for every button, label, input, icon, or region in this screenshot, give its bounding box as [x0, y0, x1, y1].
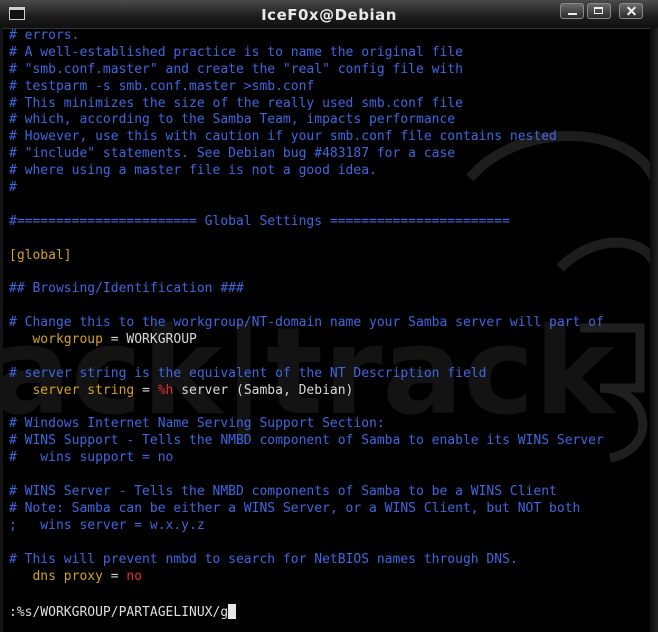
text-segment-section: [global]: [9, 247, 72, 263]
terminal-line: # A well-established practice is to name…: [9, 45, 649, 62]
text-segment-comment: # "include" statements. See Debian bug #…: [9, 146, 456, 162]
text-segment-value: server (Samba, Debian): [173, 382, 354, 398]
text-segment-comment: # wins support = no: [9, 450, 174, 466]
terminal-line: # WINS Server - Tells the NMBD component…: [9, 484, 649, 501]
text-segment-comment: # This will prevent nmbd to search for N…: [9, 551, 518, 567]
terminal-line: ; wins server = w.x.y.z: [9, 518, 649, 535]
terminal-line: # Note: Samba can be either a WINS Serve…: [9, 501, 649, 518]
terminal-line: # However, use this with caution if your…: [9, 129, 649, 146]
text-segment-comment: # server string is the equivalent of the…: [9, 365, 487, 381]
terminal-line: ## Browsing/Identification ###: [9, 281, 649, 298]
text-segment-key: dns proxy: [9, 568, 103, 584]
maximize-button[interactable]: [587, 3, 611, 19]
terminal-line: # This will prevent nmbd to search for N…: [9, 552, 649, 569]
text-segment-value: =: [134, 382, 158, 398]
title-bar[interactable]: IceF0x@Debian: [0, 0, 658, 29]
text-cursor: [228, 604, 237, 619]
text-segment-comment: # A well-established practice is to name…: [9, 44, 463, 60]
terminal-line: dns proxy = no: [9, 569, 649, 586]
text-segment-comment: # Note: Samba can be either a WINS Serve…: [9, 500, 581, 516]
terminal-line: # This minimizes the size of the really …: [9, 96, 649, 113]
text-segment-comment: ## Browsing/Identification ###: [9, 281, 244, 297]
terminal-line: # which, according to the Samba Team, im…: [9, 112, 649, 129]
command-text: :%s/WORKGROUP/PARTAGELINUX/g: [9, 605, 229, 620]
window-border-left: [0, 28, 3, 632]
text-segment-comment: #======================= Global Settings…: [9, 213, 510, 229]
terminal-line: [global]: [9, 248, 649, 265]
terminal-line: #: [9, 180, 649, 197]
scrollbar[interactable]: [650, 28, 658, 632]
terminal-line: workgroup = WORKGROUP: [9, 332, 649, 349]
text-segment-key: server string: [9, 382, 135, 398]
text-segment-comment: # Change this to the workgroup/NT-domain…: [9, 315, 604, 331]
terminal-line: # Change this to the workgroup/NT-domain…: [9, 315, 649, 332]
text-segment-value: = WORKGROUP: [102, 332, 197, 348]
text-segment-comment: # errors.: [9, 28, 80, 43]
text-segment-comment: # "smb.conf.master" and create the "real…: [9, 61, 463, 77]
terminal-line: #======================= Global Settings…: [9, 214, 649, 231]
terminal-line: # where using a master file is not a goo…: [9, 163, 649, 180]
vim-command-line[interactable]: :%s/WORKGROUP/PARTAGELINUX/g: [9, 604, 237, 621]
text-segment-comment: # WINS Support - Tells the NMBD componen…: [9, 433, 604, 449]
terminal-window: ack|track IceF0x@Debian # errors. # A wel…: [0, 0, 658, 632]
terminal-line: # WINS Support - Tells the NMBD componen…: [9, 433, 649, 450]
text-segment-comment: #: [9, 180, 17, 196]
text-segment-red: no: [126, 568, 143, 584]
text-segment-comment: # which, according to the Samba Team, im…: [9, 112, 456, 128]
terminal-line: # "include" statements. See Debian bug #…: [9, 146, 649, 163]
text-segment-comment: ; wins server = w.x.y.z: [9, 517, 205, 533]
minimize-button[interactable]: [560, 3, 584, 19]
terminal-line: server string = %h server (Samba, Debian…: [9, 383, 649, 400]
text-segment-comment: # This minimizes the size of the really …: [9, 95, 463, 111]
text-segment-comment: # WINS Server - Tells the NMBD component…: [9, 484, 557, 500]
terminal-line: # errors.: [9, 28, 649, 45]
text-segment-value: =: [102, 568, 127, 584]
text-segment-comment: # where using a master file is not a goo…: [9, 163, 377, 179]
terminal-line: # Windows Internet Name Serving Support …: [9, 416, 649, 433]
terminal-text-area[interactable]: # errors. # A well-established practice i…: [9, 28, 649, 585]
terminal-line: # wins support = no: [9, 450, 649, 467]
text-segment-comment: # However, use this with caution if your…: [9, 129, 557, 145]
terminal-line: # server string is the equivalent of the…: [9, 366, 649, 383]
text-segment-comment: # testparm -s smb.conf.master >smb.conf: [9, 78, 315, 94]
text-segment-red: %h: [157, 382, 174, 398]
text-segment-comment: # Windows Internet Name Serving Support …: [9, 416, 385, 432]
text-segment-key: workgroup: [9, 332, 103, 348]
terminal-line: # testparm -s smb.conf.master >smb.conf: [9, 79, 649, 96]
close-button[interactable]: [619, 3, 643, 19]
terminal-line: # "smb.conf.master" and create the "real…: [9, 62, 649, 79]
